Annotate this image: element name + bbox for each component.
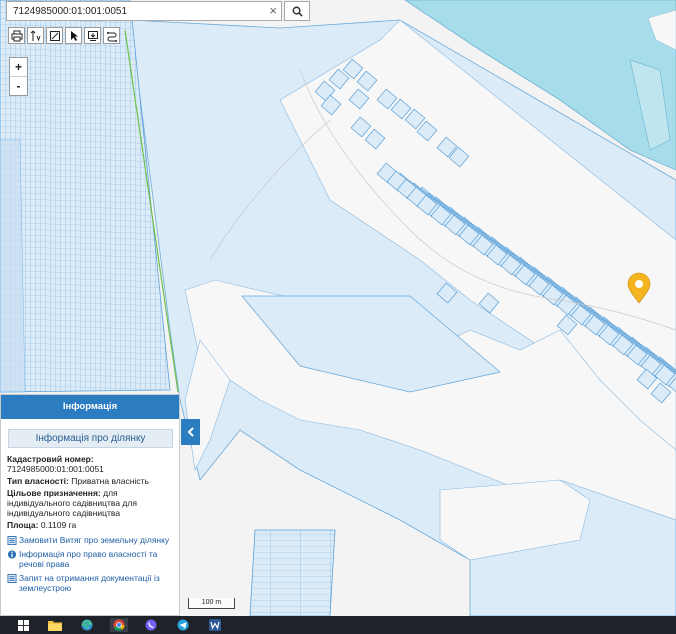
ownership-label: Тип власності: [7,476,69,486]
viber-icon [145,619,157,631]
print-button[interactable] [8,27,25,44]
cadastral-number-value: 7124985000:01:001:0051 [7,464,104,474]
telegram-icon [177,619,189,631]
file-explorer-icon [48,620,62,631]
scale-bar: 100 m [188,598,235,609]
chrome-icon [113,619,125,631]
layers-icon [106,31,117,42]
document-icon [7,574,17,583]
measure-length-button[interactable] [27,27,44,44]
garden-parcels-bottom[interactable] [249,529,336,616]
zoom-out-button[interactable]: - [10,76,27,95]
pointer-icon [70,30,78,41]
measure-area-icon [49,30,60,41]
cadastral-number-label: Кадастровий номер: [7,454,94,464]
telegram-button[interactable] [174,618,192,632]
viber-button[interactable] [142,618,160,632]
map-toolbar [8,27,120,44]
area-value: 0.1109 га [40,520,77,530]
area-label: Площа: [7,520,39,530]
chrome-button[interactable] [110,618,128,632]
measure-length-icon [30,30,40,41]
info-icon [7,550,17,559]
ownership-info-link[interactable]: Інформація про право власності та речові… [7,549,173,569]
print-icon [11,30,22,41]
chevron-left-icon [187,427,194,437]
purpose-row: Цільове призначення: для індивідуального… [7,488,173,518]
zoom-in-button[interactable]: + [10,58,27,76]
zoom-control: + - [9,57,28,96]
search-icon [292,6,303,17]
ownership-row: Тип власності: Приватна власність [7,476,173,486]
search-button[interactable] [284,1,310,21]
ownership-value: Приватна власність [71,476,149,486]
purpose-label: Цільове призначення: [7,488,101,498]
export-button[interactable] [84,27,101,44]
edge-icon [81,619,93,631]
documentation-request-link[interactable]: Запит на отримання документації із земле… [7,573,173,593]
file-explorer-button[interactable] [46,618,64,632]
search-input[interactable] [7,2,263,20]
pointer-button[interactable] [65,27,82,44]
collapse-panel-button[interactable] [181,419,200,445]
edge-button[interactable] [78,618,96,632]
order-extract-link-label: Замовити Витяг про земельну ділянку [19,535,170,545]
info-panel: Інформація Інформація про ділянку Кадаст… [0,394,180,616]
close-icon[interactable]: × [269,4,277,18]
measure-area-button[interactable] [46,27,63,44]
info-panel-header: Інформація [1,395,179,419]
windows-start-icon [17,619,29,631]
windows-taskbar [0,616,676,634]
documentation-request-link-label: Запит на отримання документації із земле… [19,573,160,593]
export-icon [87,30,98,41]
windows-start-button[interactable] [14,618,32,632]
cadastral-search: × [6,1,282,21]
word-icon [209,619,221,631]
word-button[interactable] [206,618,224,632]
document-icon [7,536,17,545]
ownership-info-link-label: Інформація про право власності та речові… [19,549,158,569]
layers-button[interactable] [103,27,120,44]
order-extract-link[interactable]: Замовити Витяг про земельну ділянку [7,535,173,545]
area-row: Площа: 0.1109 га [7,520,173,530]
info-panel-subheader: Інформація про ділянку [8,429,173,448]
